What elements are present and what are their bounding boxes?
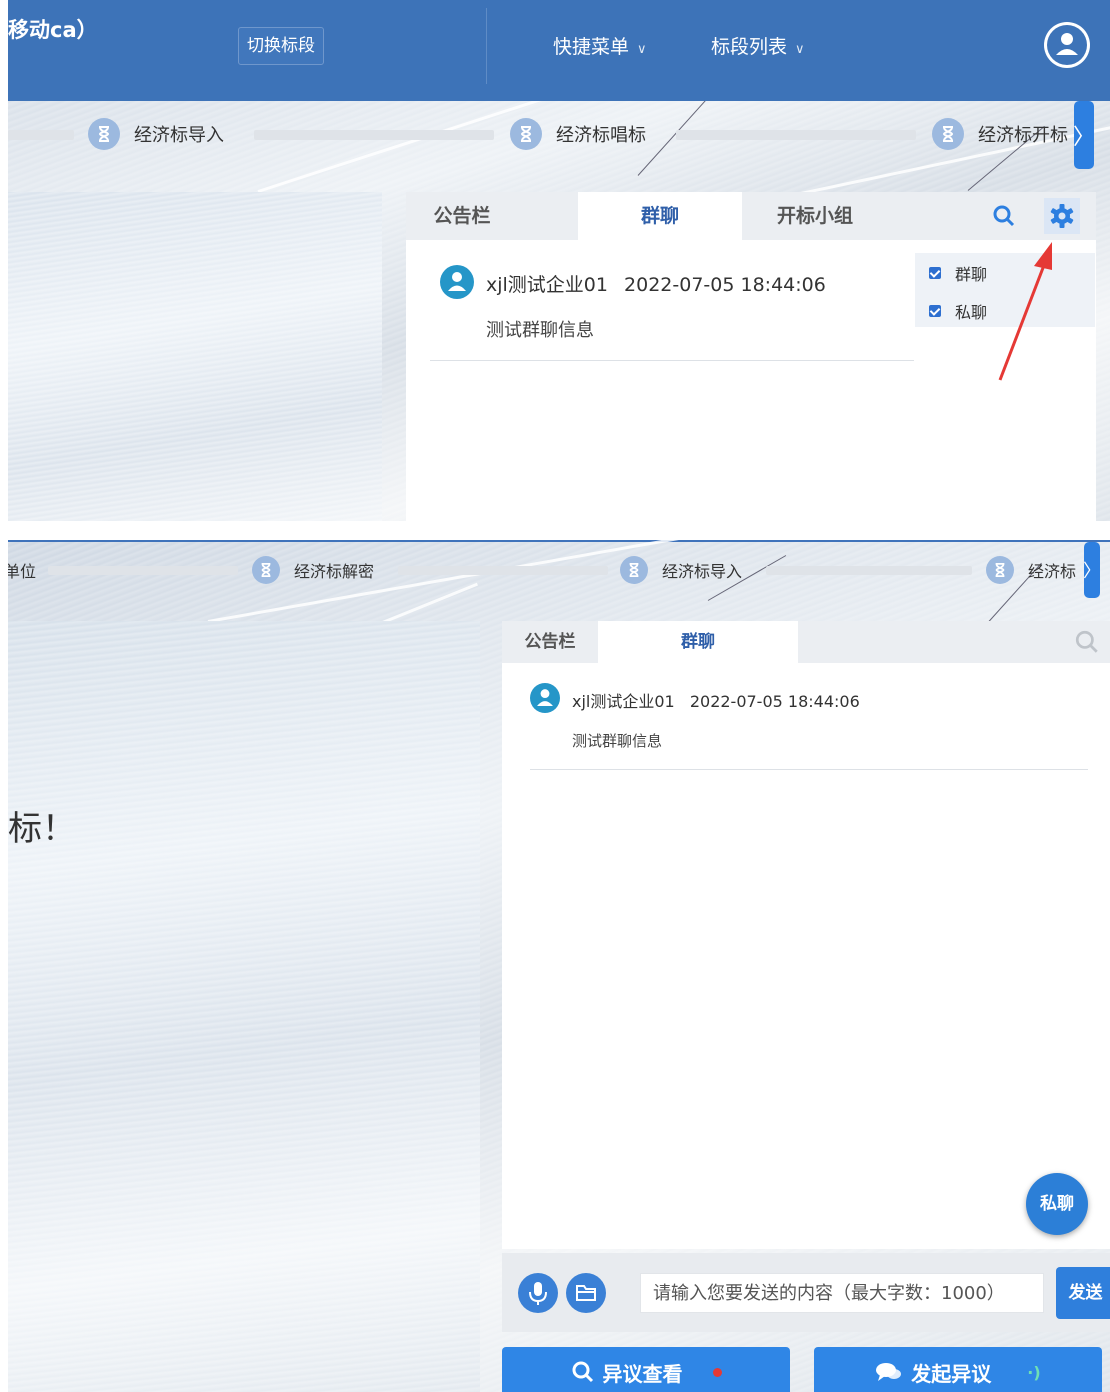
gear-icon (1050, 204, 1074, 228)
chevron-right-icon: 〉 (1073, 125, 1096, 150)
switch-section-button[interactable]: 切换标段 (238, 27, 324, 65)
progress-track (254, 130, 494, 140)
private-chat-button[interactable]: 私聊 (1026, 1173, 1088, 1235)
folder-icon (576, 1285, 596, 1301)
header-edge (8, 540, 1110, 542)
user-icon (448, 272, 466, 291)
step-label: 经济标唱标 (556, 125, 646, 146)
step-label: 经济标导入 (662, 562, 743, 581)
chat-panel: 公告栏 群聊 xjl测试企业01 2022-07-05 18:44:06 测试群… (502, 621, 1110, 1249)
message-divider (430, 360, 914, 361)
bottom-screenshot: 单位 经济标解密 经济标导入 经济标 〉 标！ 公告栏 群聊 xjl测试企业01… (8, 540, 1110, 1392)
annotation-arrow (998, 242, 1052, 381)
send-button[interactable]: 发送 (1056, 1267, 1110, 1319)
option-label: 群聊 (955, 265, 988, 284)
file-button[interactable] (566, 1273, 606, 1313)
section-list-label: 标段列表 (711, 36, 788, 58)
notification-dot (712, 1367, 722, 1377)
progress-track (398, 566, 608, 575)
chat-tabs: 公告栏 群聊 (502, 621, 1110, 663)
message-text: 测试群聊信息 (486, 320, 594, 341)
step-item: 单位 (8, 558, 36, 582)
step-item: 经济标导入 (620, 556, 742, 584)
left-content-panel (8, 192, 382, 521)
voice-button[interactable] (518, 1273, 558, 1313)
microphone-icon (529, 1282, 547, 1305)
step-label: 经济标解密 (294, 562, 375, 581)
chevron-right-icon: 〉 (1083, 561, 1101, 582)
message-sender: xjl测试企业01 (572, 692, 675, 711)
left-content-panel: 标！ (8, 621, 480, 1392)
tab-group-chat[interactable]: 群聊 (598, 621, 798, 663)
user-icon (1047, 25, 1087, 65)
welcome-text: 标！ (8, 809, 76, 849)
search-icon[interactable] (992, 204, 1016, 232)
sender-avatar (530, 683, 560, 713)
message-sender: xjl测试企业01 (486, 274, 608, 296)
quick-menu[interactable]: 快捷菜单 ∨ (553, 32, 647, 59)
step-label: 经济标开标 (978, 125, 1068, 146)
raise-objection-label: 发起异议 (911, 1361, 992, 1386)
header-divider (486, 8, 487, 84)
step-item: 经济标导入 (88, 118, 224, 150)
tab-bulletin[interactable]: 公告栏 (502, 621, 598, 663)
message-header: xjl测试企业01 2022-07-05 18:44:06 (486, 270, 826, 297)
system-title: 移动ca） (8, 18, 98, 42)
step-label: 经济标导入 (134, 125, 224, 146)
hourglass-icon (986, 556, 1014, 584)
objection-view-button[interactable]: 异议查看 (502, 1347, 790, 1392)
hourglass-icon (88, 118, 120, 150)
hourglass-icon (510, 118, 542, 150)
scroll-right-button[interactable]: 〉 (1083, 542, 1101, 598)
tab-group-chat[interactable]: 群聊 (578, 192, 742, 240)
objection-view-label: 异议查看 (602, 1361, 683, 1386)
raise-objection-button[interactable]: 发起异议 ·) (814, 1347, 1102, 1392)
message-time: 2022-07-05 18:44:06 (689, 692, 860, 711)
tab-bulletin[interactable]: 公告栏 (406, 192, 518, 240)
message-input[interactable]: 请输入您要发送的内容（最大字数：1000） (640, 1273, 1044, 1313)
sender-avatar (440, 265, 474, 299)
progress-track (48, 566, 238, 575)
chevron-down-icon: ∨ (795, 42, 805, 57)
progress-track (8, 130, 74, 140)
header-bar: 移动ca） 切换标段 快捷菜单 ∨ 标段列表 ∨ (8, 0, 1110, 101)
top-screenshot: 移动ca） 切换标段 快捷菜单 ∨ 标段列表 ∨ 经济标导入 经济标唱标 经济标开标 (8, 0, 1110, 521)
section-list-menu[interactable]: 标段列表 ∨ (711, 32, 805, 59)
step-item: 经济标唱标 (510, 118, 646, 150)
user-icon (537, 689, 553, 706)
search-icon (572, 1361, 593, 1383)
message-text: 测试群聊信息 (572, 732, 663, 750)
progress-track (676, 130, 916, 140)
step-item: 经济标开标 (932, 118, 1068, 150)
message-divider (530, 769, 1088, 770)
tab-bid-group[interactable]: 开标小组 (752, 192, 878, 240)
progress-track (766, 566, 972, 575)
option-group-chat[interactable]: 群聊 (929, 261, 987, 285)
scroll-right-button[interactable]: 〉 (1073, 101, 1096, 169)
step-label: 经济标 (1028, 562, 1077, 581)
step-item: 经济标解密 (252, 556, 374, 584)
message-time: 2022-07-05 18:44:06 (624, 274, 826, 296)
chevron-down-icon: ∨ (637, 42, 647, 57)
step-label: 单位 (8, 562, 37, 581)
option-label: 私聊 (955, 303, 988, 322)
option-private-chat[interactable]: 私聊 (929, 299, 987, 323)
user-avatar[interactable] (1044, 22, 1090, 68)
chat-bubbles-icon (876, 1363, 902, 1381)
sound-wave-icon: ·) (1027, 1362, 1041, 1382)
message-header: xjl测试企业01 2022-07-05 18:44:06 (572, 688, 860, 712)
quick-menu-label: 快捷菜单 (553, 36, 630, 58)
hourglass-icon (932, 118, 964, 150)
search-icon[interactable] (1074, 629, 1100, 659)
hourglass-icon (252, 556, 280, 584)
checkbox-checked-icon[interactable] (929, 267, 941, 279)
step-item: 经济标 (986, 556, 1076, 584)
compose-bar: 请输入您要发送的内容（最大字数：1000） 发送 (502, 1253, 1110, 1332)
hourglass-icon (620, 556, 648, 584)
checkbox-checked-icon[interactable] (929, 305, 941, 317)
settings-button[interactable] (1044, 198, 1080, 234)
